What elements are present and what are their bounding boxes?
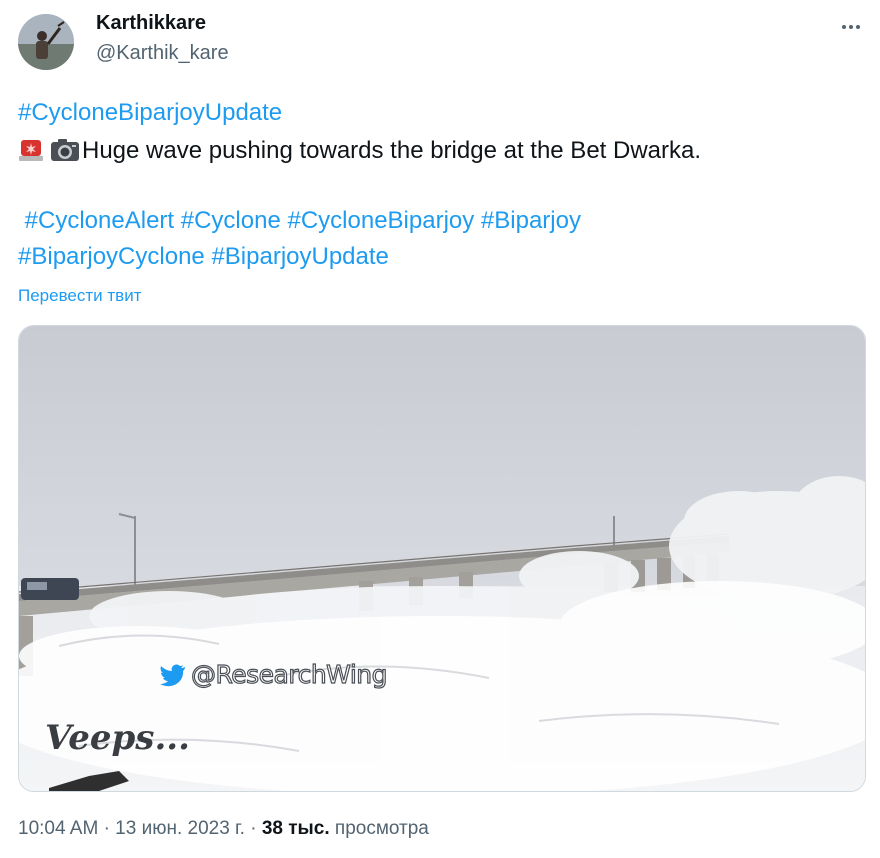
avatar-image [18, 14, 74, 70]
tweet-body: Huge wave pushing towards the bridge at … [82, 137, 702, 164]
tweet-date[interactable]: 13 июн. 2023 г. [115, 818, 245, 839]
hashtag-link[interactable]: #CycloneBiparjoy [287, 207, 474, 234]
hashtag-link[interactable]: #CycloneAlert [25, 207, 174, 234]
tweet-line-2: Huge wave pushing towards the bridge at … [18, 136, 701, 166]
tweet-hashtags-line-1: #CycloneAlert #Cyclone #CycloneBiparjoy … [18, 206, 581, 236]
tweet-meta: 10:04 AM · 13 июн. 2023 г. · 38 тыс. про… [18, 818, 429, 840]
watermark-handle: @ResearchWing [190, 659, 388, 689]
translate-tweet-link[interactable]: Перевести твит [18, 286, 141, 306]
hashtag-link[interactable]: #BiparjoyCyclone [18, 243, 205, 270]
tweet-line-1: #CycloneBiparjoyUpdate [18, 98, 282, 128]
tweet-hashtags-line-2: #BiparjoyCyclone #BiparjoyUpdate [18, 242, 389, 272]
view-count: 38 тыс. [261, 818, 330, 839]
tweet-video[interactable]: @ResearchWing Veeps... [18, 325, 866, 792]
avatar[interactable] [18, 14, 74, 70]
hashtag-link[interactable]: #BiparjoyUpdate [211, 243, 388, 270]
meta-separator: · [250, 818, 257, 839]
meta-separator: · [103, 818, 110, 839]
tweet-time[interactable]: 10:04 AM [18, 818, 98, 839]
video-watermark: @ResearchWing [159, 659, 388, 690]
hashtag-link[interactable]: #CycloneBiparjoyUpdate [18, 99, 282, 126]
more-dot-icon [849, 25, 853, 29]
author-handle[interactable]: @Karthik_kare [96, 42, 229, 65]
more-dot-icon [842, 25, 846, 29]
bird-icon [159, 663, 187, 687]
camera-icon [50, 138, 79, 162]
more-dot-icon [856, 25, 860, 29]
more-options-button[interactable] [836, 14, 866, 40]
watermark-signature: Veeps... [45, 718, 190, 758]
hashtag-link[interactable]: #Biparjoy [481, 207, 581, 234]
view-label: просмотра [334, 818, 429, 839]
author-display-name[interactable]: Karthikkare [96, 12, 206, 35]
hashtag-link[interactable]: #Cyclone [181, 207, 281, 234]
rotating-light-icon [18, 138, 44, 162]
